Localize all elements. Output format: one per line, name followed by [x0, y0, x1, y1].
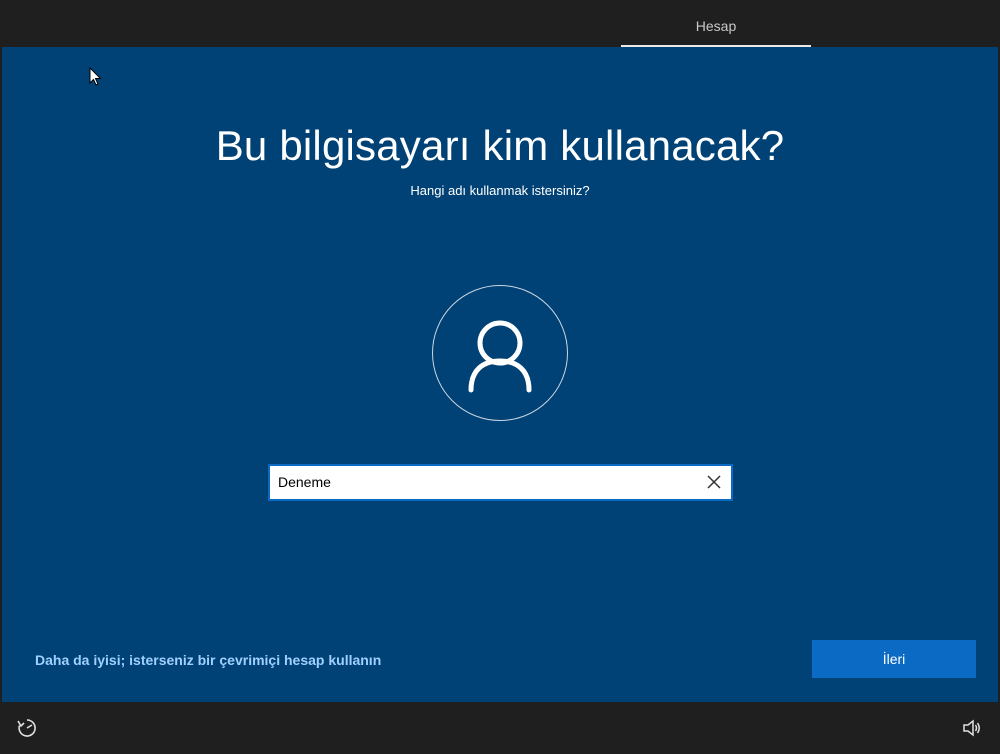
tab-hesap[interactable]: Hesap: [621, 2, 811, 46]
main-panel: Bu bilgisayarı kim kullanacak? Hangi adı…: [2, 47, 998, 702]
page-subtitle: Hangi adı kullanmak istersiniz?: [410, 183, 590, 198]
name-input[interactable]: [270, 466, 678, 499]
volume-icon[interactable]: [962, 718, 982, 738]
bottom-bar: [2, 703, 998, 752]
name-field-container: [268, 464, 733, 501]
mouse-pointer-icon: [89, 66, 103, 92]
ease-of-access-icon[interactable]: [16, 717, 38, 739]
avatar: [432, 285, 568, 421]
page-title: Bu bilgisayarı kim kullanacak?: [215, 122, 785, 169]
user-icon: [468, 320, 532, 393]
next-button[interactable]: İleri: [812, 640, 976, 678]
top-bar: Hesap: [2, 2, 998, 48]
close-icon[interactable]: [705, 473, 723, 491]
online-account-link[interactable]: Daha da iyisi; isterseniz bir çevrimiçi …: [35, 652, 381, 668]
oobe-window: Hesap Bu bilgisayarı kim kullanacak? Han…: [0, 0, 1000, 754]
